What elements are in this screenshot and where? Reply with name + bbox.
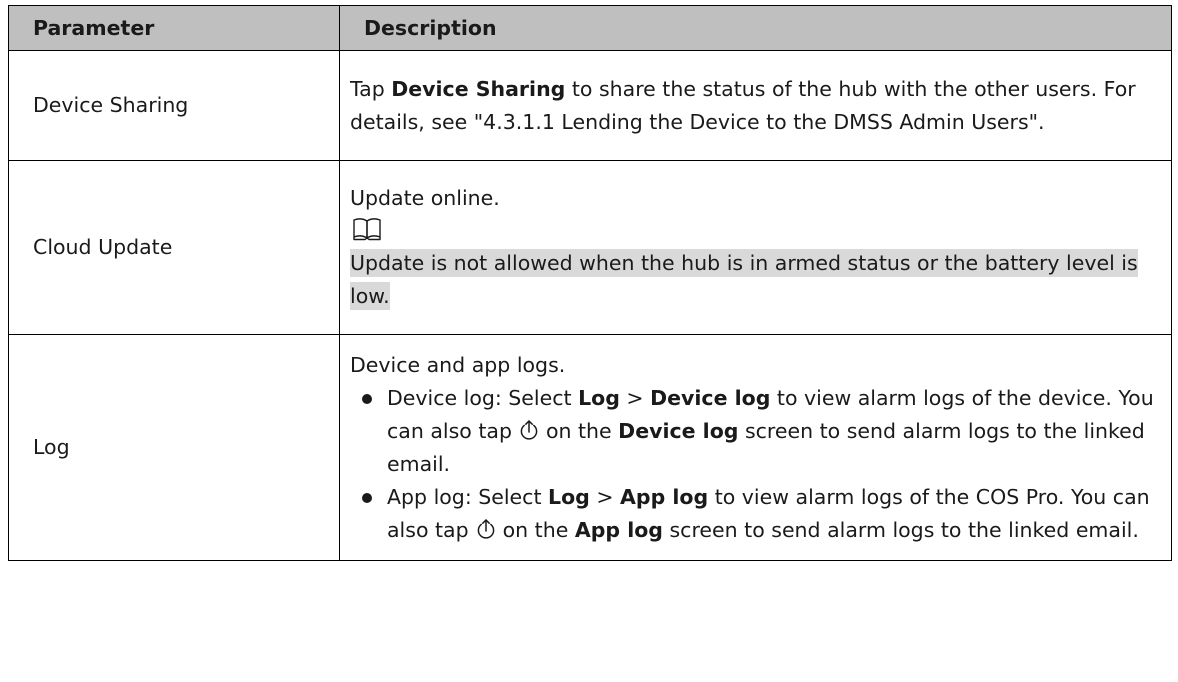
desc-log-intro: Device and app logs. — [350, 352, 566, 377]
upload-icon — [477, 518, 494, 539]
param-cloud-update: Cloud Update — [8, 160, 340, 335]
bold-term: Device log — [650, 385, 771, 410]
text-run: > — [589, 484, 621, 509]
header-parameter: Parameter — [8, 5, 340, 51]
text-run: Device log: Select — [387, 385, 579, 410]
header-description: Description — [339, 5, 1172, 51]
desc-log: Device and app logs. Device log: Select … — [339, 334, 1172, 561]
desc-device-sharing: Tap Device Sharing to share the status o… — [339, 50, 1172, 161]
text-run: on the — [545, 418, 619, 443]
parameter-table: Parameter Description Device Sharing Tap… — [8, 5, 1172, 561]
book-icon — [353, 218, 381, 241]
bold-term: Log — [578, 385, 620, 410]
upload-icon — [520, 419, 538, 440]
bullet-dot — [362, 393, 372, 404]
list-item-app-log: App log: Select Log > App log to view al… — [350, 481, 1163, 547]
desc-device-sharing-text: Tap Device Sharing to share the status o… — [350, 73, 1163, 139]
table-row-cloud-update: Cloud Update Update online. Update is no… — [8, 160, 1172, 335]
desc-cloud-update-text: Update online. — [350, 186, 500, 210]
table-row-log: Log Device and app logs. Device log: Sel… — [8, 334, 1172, 561]
param-device-sharing: Device Sharing — [8, 50, 340, 161]
text-run: screen to send alarm logs to the linked … — [662, 517, 1139, 542]
text-run: App log: Select — [387, 484, 548, 509]
table-row-device-sharing: Device Sharing Tap Device Sharing to sha… — [8, 50, 1172, 161]
text-run: on the — [502, 517, 575, 542]
list-item-device-log: Device log: Select Log > Device log to v… — [350, 382, 1163, 481]
note-highlight: Update is not allowed when the hub is in… — [350, 249, 1138, 310]
bold-term: App log — [620, 484, 709, 509]
text-run: > — [619, 385, 651, 410]
bold-term: Log — [548, 484, 590, 509]
desc-cloud-update: Update online. Update is not allowed whe… — [339, 160, 1172, 335]
table-header-row: Parameter Description — [8, 5, 1172, 51]
text-run: Tap — [350, 76, 392, 101]
bold-term: Device Sharing — [391, 76, 566, 101]
bold-term: App log — [574, 517, 663, 542]
bullet-dot — [362, 492, 372, 503]
log-bullet-list: Device log: Select Log > Device log to v… — [350, 382, 1163, 547]
bold-term: Device log — [618, 418, 739, 443]
param-log: Log — [8, 334, 340, 561]
note-text: Update is not allowed when the hub is in… — [350, 247, 1163, 313]
